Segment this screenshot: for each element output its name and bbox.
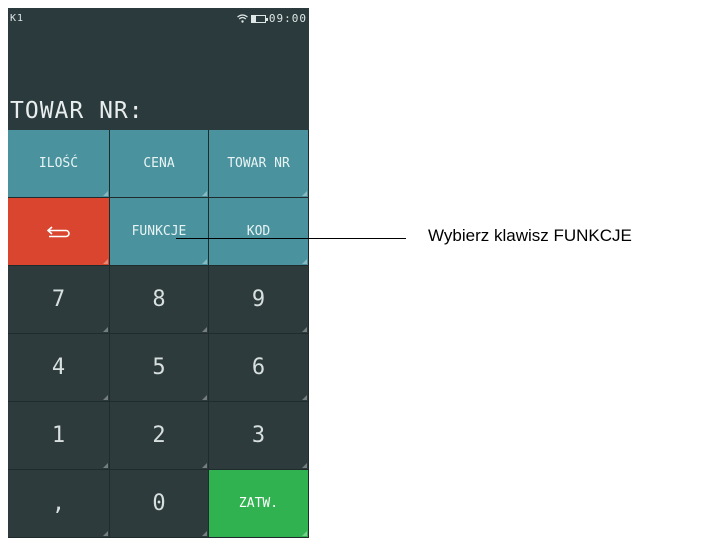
status-icons: 09:00 (237, 12, 307, 25)
status-label: K1 (10, 13, 25, 24)
key-2[interactable]: 2 (110, 402, 209, 470)
key-0[interactable]: 0 (110, 470, 209, 538)
key-4[interactable]: 4 (8, 334, 110, 402)
key-3[interactable]: 3 (209, 402, 309, 470)
key-comma[interactable]: , (8, 470, 110, 538)
cash-register-screen: K1 09:00 TOWAR NR: ILOŚĆ CENA TOWAR NR F… (8, 8, 309, 538)
key-5[interactable]: 5 (110, 334, 209, 402)
input-prompt: TOWAR NR: (10, 98, 144, 124)
status-bar: K1 09:00 (8, 8, 309, 30)
cena-button[interactable]: CENA (110, 130, 209, 198)
keypad: ILOŚĆ CENA TOWAR NR FUNKCJE KOD 7 8 9 4 … (8, 130, 309, 538)
back-button[interactable] (8, 198, 110, 266)
status-time: 09:00 (268, 12, 307, 25)
towar-nr-button[interactable]: TOWAR NR (209, 130, 309, 198)
funkcje-button[interactable]: FUNKCJE (110, 198, 209, 266)
callout-line (176, 238, 406, 239)
wifi-icon (237, 14, 248, 23)
key-7[interactable]: 7 (8, 266, 110, 334)
key-8[interactable]: 8 (110, 266, 209, 334)
kod-button[interactable]: KOD (209, 198, 309, 266)
callout-text: Wybierz klawisz FUNKCJE (428, 226, 632, 245)
key-6[interactable]: 6 (209, 334, 309, 402)
key-1[interactable]: 1 (8, 402, 110, 470)
back-arrow-icon (46, 225, 70, 237)
key-9[interactable]: 9 (209, 266, 309, 334)
zatw-button[interactable]: ZATW. (209, 470, 309, 538)
ilosc-button[interactable]: ILOŚĆ (8, 130, 110, 198)
battery-icon (250, 14, 268, 23)
